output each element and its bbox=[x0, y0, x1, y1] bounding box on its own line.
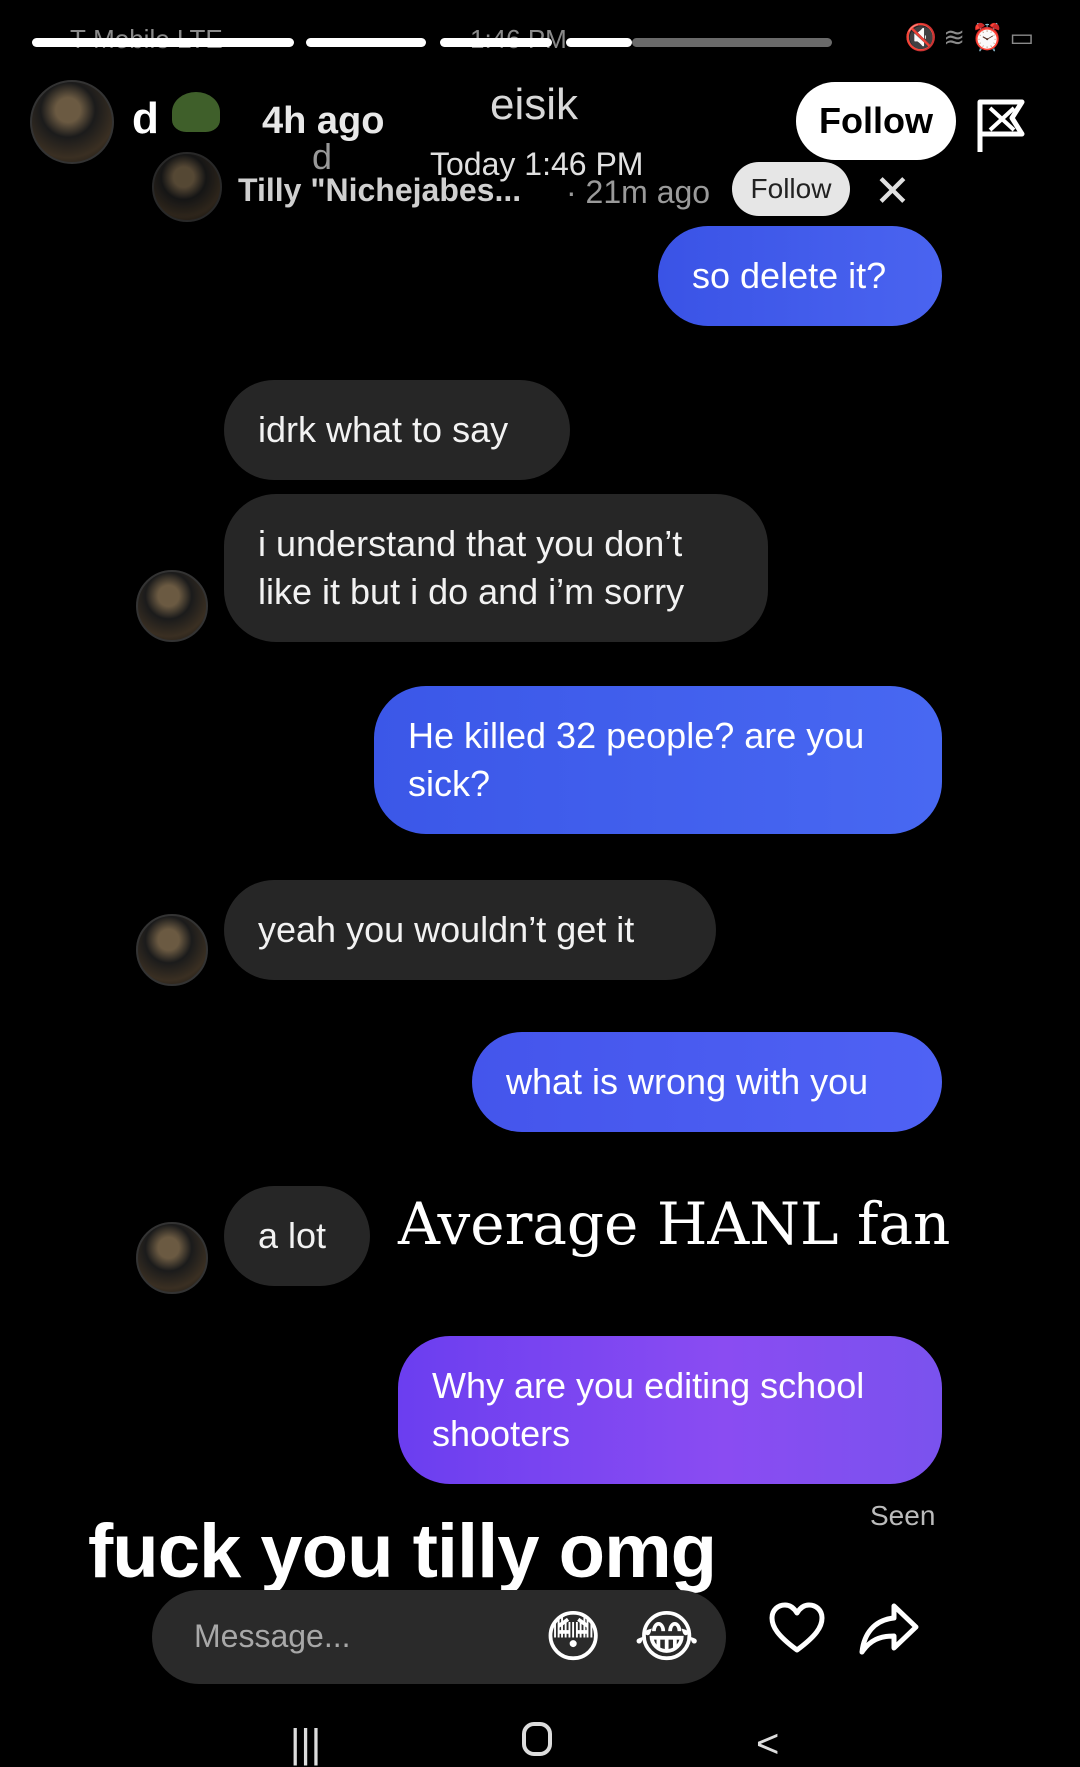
dm-title: eisik bbox=[490, 80, 579, 129]
message-text: what is wrong with you bbox=[506, 1061, 869, 1102]
story-follow-button[interactable]: Follow bbox=[796, 82, 956, 160]
story-progress bbox=[14, 38, 1064, 48]
message-text: a lot bbox=[258, 1215, 327, 1256]
heart-icon[interactable] bbox=[768, 1600, 826, 1658]
helmet-icon bbox=[172, 92, 220, 132]
message-incoming: idrk what to say bbox=[224, 380, 570, 480]
progress-segment bbox=[566, 38, 632, 47]
sender-avatar bbox=[136, 570, 208, 642]
recents-icon[interactable]: ||| bbox=[290, 1722, 321, 1767]
laughing-emoji-icon[interactable]: 😂 bbox=[634, 1604, 699, 1670]
dm-contact-name: Tilly "Nichejabes... bbox=[238, 172, 522, 208]
message-incoming: yeah you wouldn’t get it bbox=[224, 880, 716, 980]
progress-segment bbox=[32, 38, 294, 47]
message-outgoing: Why are you editing school shooters bbox=[398, 1336, 942, 1484]
progress-segment-remaining bbox=[632, 38, 832, 47]
message-text: so delete it? bbox=[692, 255, 887, 296]
message-incoming: a lot bbox=[224, 1186, 370, 1286]
nav-bar: ||| < bbox=[0, 1722, 1080, 1766]
message-incoming: i understand that you don’t like it but … bbox=[224, 494, 768, 642]
overlay-caption: fuck you tilly omg bbox=[88, 1509, 717, 1594]
seen-label: Seen bbox=[870, 1500, 936, 1531]
dm-avatar bbox=[152, 152, 222, 222]
progress-segment bbox=[306, 38, 426, 47]
message-text: idrk what to say bbox=[258, 409, 509, 450]
message-input[interactable]: Message... 😳 😂 bbox=[152, 1590, 726, 1684]
home-icon[interactable] bbox=[522, 1722, 552, 1756]
message-text: Why are you editing school shooters bbox=[432, 1365, 865, 1454]
share-icon[interactable] bbox=[858, 1600, 920, 1658]
overlay-serif-text: Average HANL fan bbox=[398, 1190, 951, 1258]
message-placeholder: Message... bbox=[194, 1618, 351, 1654]
story-username[interactable]: d bbox=[132, 94, 159, 144]
message-outgoing: He killed 32 people? are you sick? bbox=[374, 686, 942, 834]
message-text: i understand that you don’t like it but … bbox=[258, 523, 685, 612]
flag-icon[interactable] bbox=[972, 96, 1032, 156]
dm-follow-button[interactable]: Follow bbox=[732, 162, 850, 216]
message-text: He killed 32 people? are you sick? bbox=[408, 715, 865, 804]
sender-avatar bbox=[136, 1222, 208, 1294]
close-icon[interactable]: ✕ bbox=[874, 170, 911, 214]
story-avatar[interactable] bbox=[30, 80, 114, 164]
progress-segment bbox=[440, 38, 552, 47]
dm-time-ago: · 21m ago bbox=[566, 174, 711, 210]
back-icon[interactable]: < bbox=[756, 1722, 779, 1767]
flushed-emoji-icon[interactable]: 😳 bbox=[544, 1604, 602, 1670]
message-text: yeah you wouldn’t get it bbox=[258, 909, 635, 950]
message-outgoing: so delete it? bbox=[658, 226, 942, 326]
message-outgoing: what is wrong with you bbox=[472, 1032, 942, 1132]
sender-avatar bbox=[136, 914, 208, 986]
